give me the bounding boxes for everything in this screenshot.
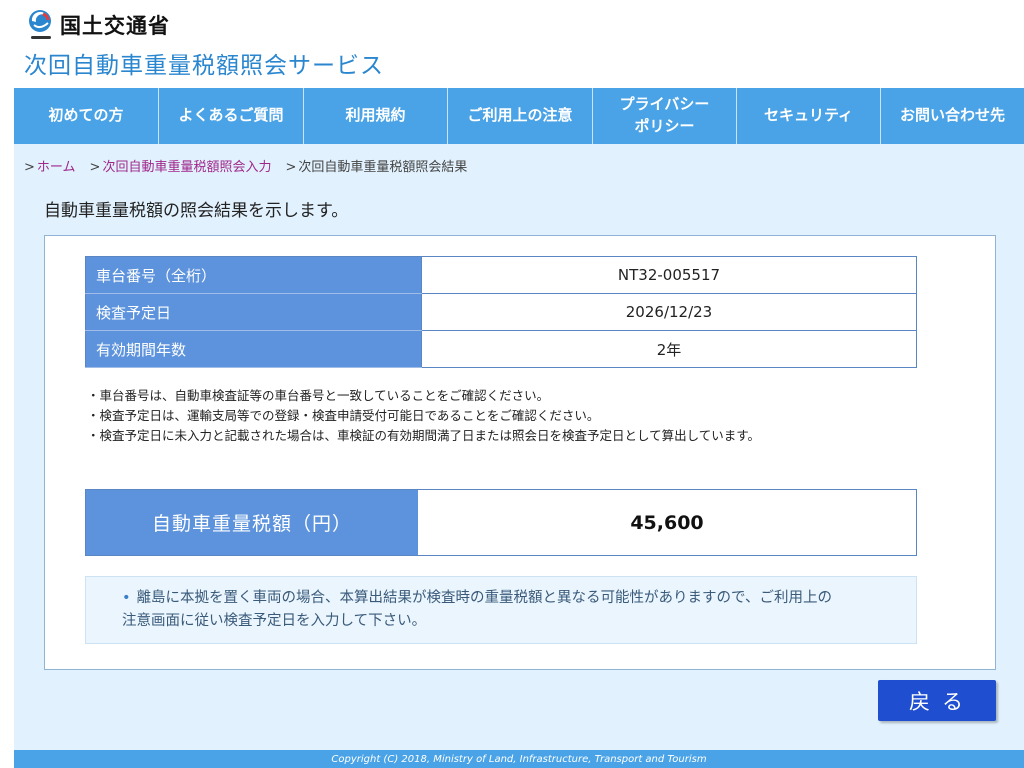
row-value-chassis-number: NT32-005517: [421, 256, 917, 294]
nav-item-contact[interactable]: お問い合わせ先: [881, 88, 1024, 144]
row-value-validity-years: 2年: [421, 330, 917, 368]
nav-item-first-time[interactable]: 初めての方: [14, 88, 159, 144]
service-title[interactable]: 次回自動車重量税額照会サービス: [24, 46, 384, 80]
tax-amount-value: 45,600: [418, 490, 916, 555]
main-nav: 初めての方 よくあるご質問 利用規約 ご利用上の注意 プライバシー ポリシー セ…: [14, 88, 1024, 144]
site-header: 国土交通省 次回自動車重量税額照会サービス: [0, 0, 1024, 88]
row-label-validity-years: 有効期間年数: [85, 330, 422, 368]
note-item: ・車台番号は、自動車検査証等の車台番号と一致していることをご確認ください。: [87, 388, 550, 403]
main-content: > ホーム > 次回自動車重量税額照会入力 > 次回自動車重量税額照会結果 自動車重量…: [14, 144, 1024, 750]
row-label-inspection-date: 検査予定日: [85, 293, 422, 331]
tax-amount-label: 自動車重量税額（円）: [86, 490, 418, 555]
result-panel: 車台番号（全桁） NT32-005517 検査予定日 2026/12/23 有効…: [44, 235, 996, 670]
breadcrumb-input[interactable]: > 次回自動車重量税額照会入力: [90, 156, 272, 175]
notice-line-1: • 離島に本拠を置く車両の場合、本算出結果が検査時の重量税額と異なる可能性がありま…: [122, 590, 832, 606]
mlit-logo-icon: [29, 10, 51, 39]
table-row: 有効期間年数 2年: [85, 330, 917, 368]
breadcrumb: > ホーム > 次回自動車重量税額照会入力 > 次回自動車重量税額照会結果: [24, 156, 467, 175]
note-item: ・検査予定日は、運輸支局等での登録・検査申請受付可能日であることをご確認ください…: [87, 408, 600, 423]
footer-copyright: Copyright (C) 2018, Ministry of Land, In…: [14, 750, 1024, 768]
note-item: ・検査予定日に未入力と記載された場合は、車検証の有効期間満了日または照会日を検査…: [87, 428, 761, 443]
nav-item-terms[interactable]: 利用規約: [304, 88, 448, 144]
row-value-inspection-date: 2026/12/23: [421, 293, 917, 331]
breadcrumb-home[interactable]: > ホーム: [24, 156, 76, 175]
notes-list: ・車台番号は、自動車検査証等の車台番号と一致していることをご確認ください。 ・検…: [87, 386, 760, 446]
nav-item-privacy-policy[interactable]: プライバシー ポリシー: [593, 88, 737, 144]
bullet-icon: •: [122, 590, 131, 606]
ministry-name: 国土交通省: [60, 14, 170, 38]
vehicle-info-table: 車台番号（全桁） NT32-005517 検査予定日 2026/12/23 有効…: [85, 256, 917, 368]
back-button[interactable]: 戻る: [878, 680, 996, 721]
row-label-chassis-number: 車台番号（全桁）: [85, 256, 422, 294]
ministry-logo[interactable]: 国土交通省: [26, 8, 170, 42]
nav-item-security[interactable]: セキュリティ: [737, 88, 881, 144]
table-row: 検査予定日 2026/12/23: [85, 293, 917, 331]
remote-island-notice: • 離島に本拠を置く車両の場合、本算出結果が検査時の重量税額と異なる可能性がありま…: [85, 576, 917, 644]
nav-item-faq[interactable]: よくあるご質問: [159, 88, 304, 144]
nav-item-usage-notes[interactable]: ご利用上の注意: [448, 88, 593, 144]
tax-amount-box: 自動車重量税額（円） 45,600: [85, 489, 917, 556]
page-lead-text: 自動車重量税額の照会結果を示します。: [44, 201, 349, 221]
table-row: 車台番号（全桁） NT32-005517: [85, 256, 917, 294]
notice-line-2: 注意画面に従い検査予定日を入力して下さい。: [122, 613, 427, 629]
breadcrumb-current: > 次回自動車重量税額照会結果: [285, 160, 468, 175]
